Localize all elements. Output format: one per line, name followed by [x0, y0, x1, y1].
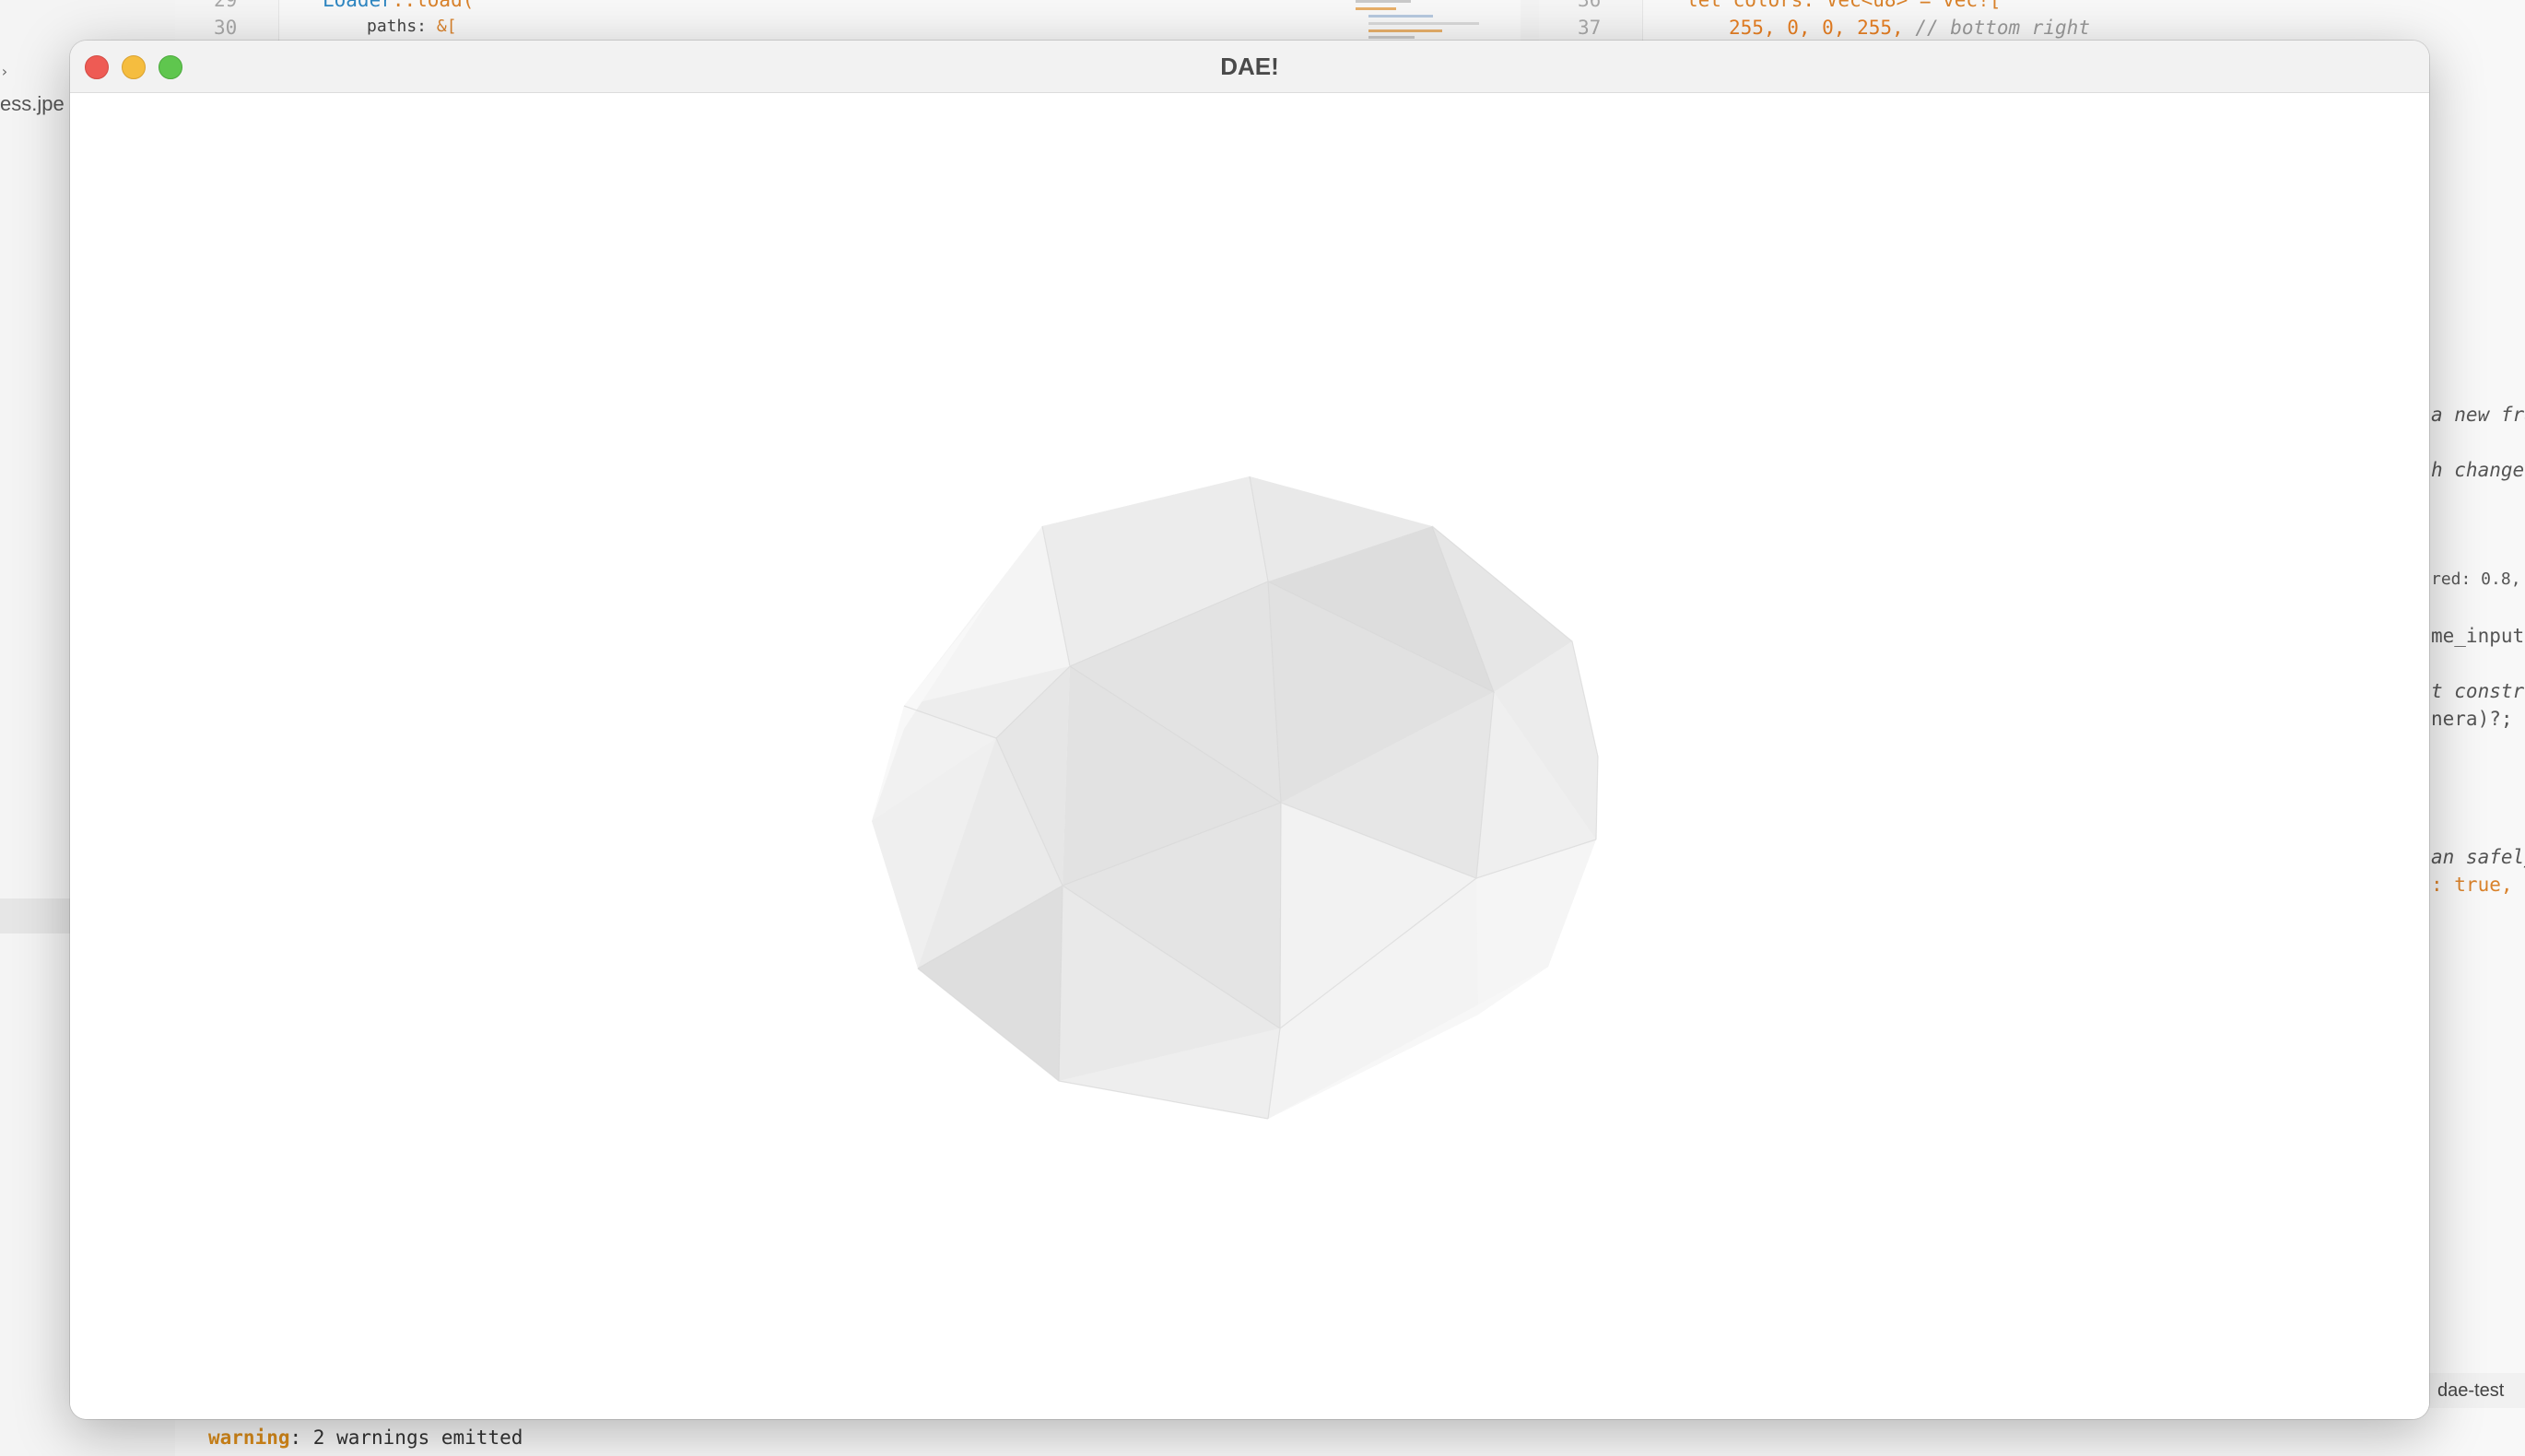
sidebar-file-item[interactable]: ess.jpe: [0, 92, 65, 116]
code-token: 255, 0, 0, 255,: [1729, 17, 1904, 39]
code-token: &[: [427, 17, 457, 36]
line-number: 29: [214, 0, 238, 11]
render-viewport[interactable]: [70, 93, 2429, 1419]
code-token: paths:: [367, 17, 428, 36]
icosphere-mesh: [872, 476, 1599, 1120]
code-line[interactable]: let colors: Vec<u8> = vec![: [1686, 0, 2001, 11]
terminal-tab[interactable]: dae-test: [2424, 1373, 2525, 1408]
app-window[interactable]: DAE!: [70, 41, 2429, 1419]
code-fragment: t constru: [2431, 680, 2525, 702]
minimap[interactable]: [1350, 0, 1521, 41]
window-title: DAE!: [1220, 53, 1279, 80]
line-number: 30: [214, 17, 238, 39]
code-fragment: : true, .: [2431, 874, 2525, 896]
code-fragment: red: 0.8,: [2431, 569, 2521, 589]
code-token: ::load(: [392, 0, 475, 11]
code-token: // bottom right: [1915, 17, 2090, 39]
line-number: 37: [1578, 17, 1602, 39]
code-fragment: h changes: [2431, 459, 2525, 481]
window-titlebar[interactable]: DAE!: [70, 41, 2429, 93]
console-warning-line: warning: 2 warnings emitted: [208, 1427, 523, 1449]
console-output: warning: 2 warnings emitted: [175, 1417, 2525, 1456]
code-line[interactable]: paths: &[: [367, 17, 457, 36]
code-line[interactable]: 255, 0, 0, 255, // bottom right: [1729, 17, 2090, 39]
code-fragment: me_input.: [2431, 625, 2525, 647]
line-number: 36: [1578, 0, 1602, 11]
warning-text: : 2 warnings emitted: [289, 1427, 523, 1449]
code-fragment: nera)?;: [2431, 708, 2513, 730]
code-line[interactable]: Loader::load(: [323, 0, 474, 11]
code-fragment: a new fra: [2431, 404, 2525, 426]
code-fragment: an safely: [2431, 846, 2525, 868]
warning-label: warning: [208, 1427, 290, 1449]
code-token: Loader: [323, 0, 393, 11]
sidebar-chevron-icon: ›: [0, 63, 9, 80]
